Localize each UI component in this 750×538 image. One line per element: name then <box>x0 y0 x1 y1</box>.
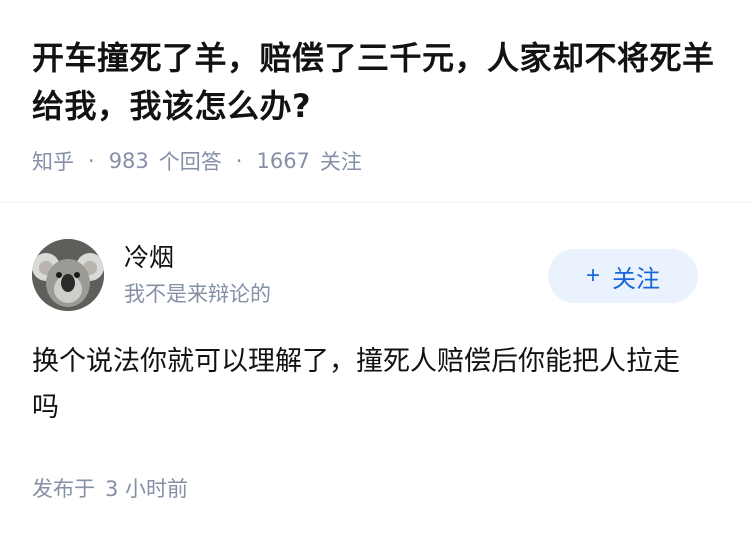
author-bio: 我不是来辩论的 <box>124 282 271 306</box>
followers-count: 1667 <box>256 149 310 173</box>
author-name[interactable]: 冷烟 <box>124 241 271 275</box>
answers-count: 983 <box>108 149 149 173</box>
question-header: 开车撞死了羊，赔偿了三千元，人家却不将死羊给我，我该怎么办? 知乎 · 983 … <box>0 0 750 176</box>
answer-content[interactable]: 换个说法你就可以理解了，撞死人赔偿后你能把人拉走吗 <box>32 339 718 431</box>
separator-dot: · <box>235 149 243 173</box>
question-meta: 知乎 · 983 个回答 · 1667 关注 <box>32 146 718 176</box>
koala-avatar-icon[interactable] <box>32 239 104 311</box>
answer-card: 冷烟 我不是来辩论的 + 关注 换个说法你就可以理解了，撞死人赔偿后你能把人拉走… <box>0 203 750 503</box>
answers-label[interactable]: 个回答 <box>159 146 222 176</box>
author-info: 冷烟 我不是来辩论的 <box>124 241 271 309</box>
followers-label[interactable]: 关注 <box>320 146 362 176</box>
author-row: 冷烟 我不是来辩论的 + 关注 <box>32 237 718 313</box>
separator-dot: · <box>88 149 95 173</box>
follow-button-label: 关注 <box>612 265 660 293</box>
source-label[interactable]: 知乎 <box>32 146 74 176</box>
answer-publish-time: 发布于 3 小时前 <box>32 473 718 503</box>
follow-button[interactable]: + 关注 <box>548 249 698 303</box>
published-label: 发布于 <box>32 477 95 501</box>
published-time: 3 小时前 <box>105 477 189 501</box>
plus-icon: + <box>585 262 600 289</box>
question-title[interactable]: 开车撞死了羊，赔偿了三千元，人家却不将死羊给我，我该怎么办? <box>32 34 718 130</box>
